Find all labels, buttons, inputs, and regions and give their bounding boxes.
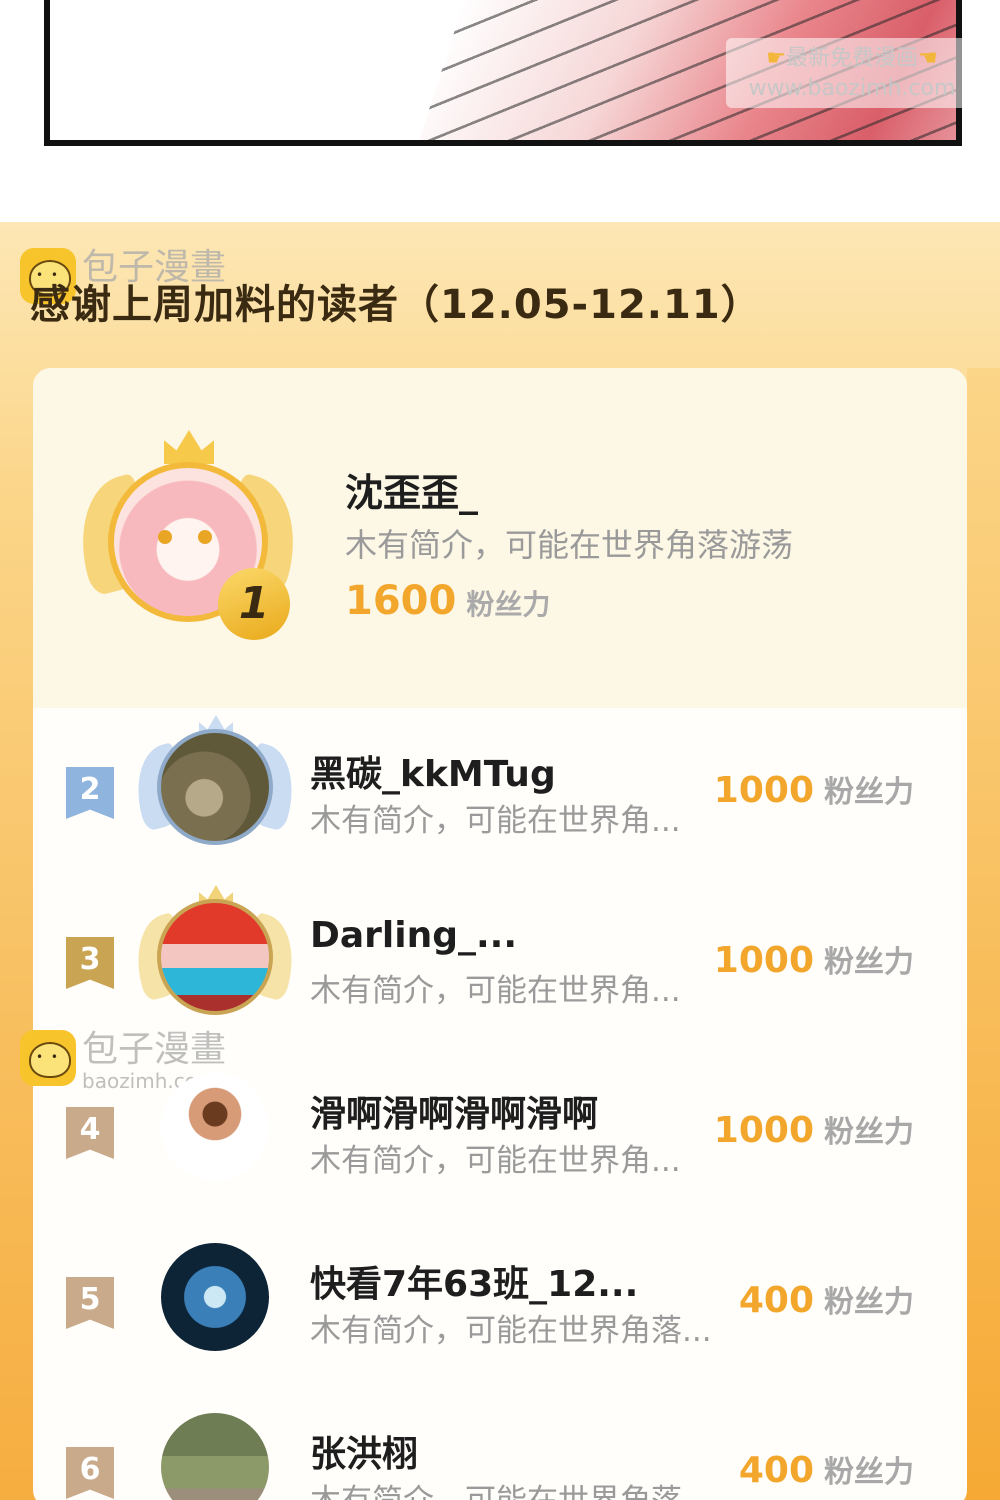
first-place-name[interactable]: 沈歪歪_ (345, 462, 478, 517)
reader-name[interactable]: Darling_... (310, 915, 517, 956)
power-unit: 粉丝力 (466, 588, 551, 621)
watermark-line-1: 最新免费漫画 (785, 46, 918, 71)
reader-bio: 木有简介，可能在世界角落... (310, 1475, 712, 1500)
power-unit: 粉丝力 (824, 1285, 914, 1320)
power-value: 1000 (713, 940, 814, 981)
list-item[interactable]: 2 黑碳_kkMTug 木有简介，可能在世界角... 1000 粉丝力 (0, 715, 1000, 885)
power-unit: 粉丝力 (824, 775, 914, 810)
reader-bio: 木有简介，可能在世界角... (310, 973, 681, 1009)
power-unit: 粉丝力 (824, 945, 914, 980)
reader-power: 1000 粉丝力 (714, 767, 914, 811)
avatar[interactable] (135, 1061, 295, 1191)
power-value: 1600 (345, 578, 457, 624)
avatar-image (161, 1243, 269, 1351)
pointing-hand-icon: ☛ (766, 46, 786, 71)
avatar[interactable] (125, 715, 305, 851)
rank-ribbon-icon: 3 (66, 937, 114, 989)
avatar[interactable] (135, 1401, 295, 1500)
pointing-hand-icon: ☚ (918, 46, 938, 71)
avatar[interactable] (135, 1231, 295, 1361)
avatar-image (161, 1413, 269, 1500)
watermark-line-2: www.baozimh.com (748, 76, 956, 101)
reader-bio: 木有简介，可能在世界角落... (310, 1313, 712, 1349)
rank-ribbon-icon: 5 (66, 1277, 114, 1329)
reader-power: 1000 粉丝力 (714, 1107, 914, 1151)
first-place-avatar[interactable]: 1 (64, 430, 312, 640)
avatar-image (161, 1073, 269, 1181)
first-place-bio: 木有简介，可能在世界角落游荡 (345, 526, 794, 564)
reader-bio: 木有简介，可能在世界角... (310, 803, 681, 839)
avatar-image (161, 903, 269, 1011)
reader-power: 400 粉丝力 (739, 1447, 914, 1491)
reader-name[interactable]: 张洪栩 (310, 1425, 418, 1477)
watermark-top: ☛最新免费漫画☚ www.baozimh.com (726, 38, 978, 108)
rank-1-medal-icon: 1 (218, 568, 290, 640)
reader-power: 400 粉丝力 (739, 1277, 914, 1321)
rank-ribbon-icon: 6 (66, 1447, 114, 1499)
board-title: 感谢上周加料的读者（12.05-12.11） (30, 282, 762, 328)
power-unit: 粉丝力 (824, 1455, 914, 1490)
list-item[interactable]: 6 张洪栩 木有简介，可能在世界角落... 400 粉丝力 (0, 1395, 1000, 1500)
reader-name[interactable]: 滑啊滑啊滑啊滑啊 (310, 1085, 598, 1137)
reader-name[interactable]: 快看7年63班_12... (310, 1255, 638, 1307)
power-value: 1000 (713, 1110, 814, 1151)
list-item[interactable]: 5 快看7年63班_12... 木有简介，可能在世界角落... 400 粉丝力 (0, 1225, 1000, 1395)
rank-ribbon-icon: 2 (66, 767, 114, 819)
first-place-power: 1600 粉丝力 (345, 578, 550, 624)
power-value: 400 (738, 1280, 814, 1321)
reader-power: 1000 粉丝力 (714, 937, 914, 981)
power-value: 1000 (713, 770, 814, 811)
rank-ribbon-icon: 4 (66, 1107, 114, 1159)
avatar-image (161, 733, 269, 841)
power-unit: 粉丝力 (824, 1115, 914, 1150)
avatar[interactable] (125, 885, 305, 1021)
power-value: 400 (738, 1450, 814, 1491)
reader-name[interactable]: 黑碳_kkMTug (310, 745, 556, 797)
list-item[interactable]: 4 滑啊滑啊滑啊滑啊 木有简介，可能在世界角... 1000 粉丝力 (0, 1055, 1000, 1225)
reader-bio: 木有简介，可能在世界角... (310, 1143, 681, 1179)
